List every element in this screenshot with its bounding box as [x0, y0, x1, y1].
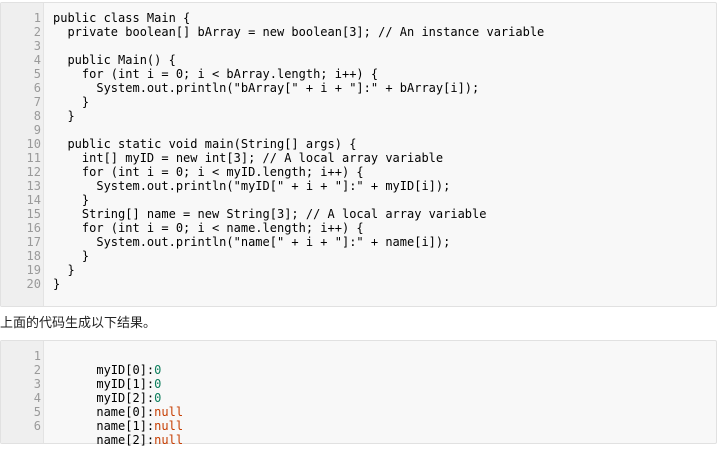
code-line: for (int i = 0; i < name.length; i++) { — [53, 221, 364, 235]
code-line: public static void main(String[] args) { — [53, 137, 357, 151]
line-number: 10 — [26, 137, 41, 151]
code-line: } — [53, 249, 90, 263]
line-number: 19 — [26, 263, 41, 277]
line-number: 8 — [33, 109, 41, 123]
line-number: 14 — [26, 193, 41, 207]
line-number: 7 — [33, 95, 41, 109]
line-number: 6 — [33, 81, 41, 95]
line-number: 18 — [26, 249, 41, 263]
line-number: 17 — [26, 235, 41, 249]
code-line: for (int i = 0; i < myID.length; i++) { — [53, 165, 364, 179]
line-number: 2 — [33, 25, 41, 39]
code-line: } — [53, 193, 90, 207]
code-line: String[] name = new String[3]; // A loca… — [53, 207, 487, 221]
code-line: System.out.println("bArray[" + i + "]:" … — [53, 81, 480, 95]
code-line: private boolean[] bArray = new boolean[3… — [53, 25, 545, 39]
line-number: 3 — [33, 377, 41, 391]
line-number: 6 — [33, 419, 41, 433]
output-label: name[2]: — [96, 433, 155, 447]
code-line: for (int i = 0; i < bArray.length; i++) … — [53, 67, 379, 81]
line-number: 16 — [26, 221, 41, 235]
code-line: System.out.println("name[" + i + "]:" + … — [53, 235, 451, 249]
line-number: 15 — [26, 207, 41, 221]
output-value: null — [154, 433, 184, 447]
line-number: 3 — [33, 39, 41, 53]
code-line: } — [53, 95, 90, 109]
code-line: } — [53, 109, 75, 123]
line-number: 2 — [33, 363, 41, 377]
line-number: 4 — [33, 391, 41, 405]
line-number: 11 — [26, 151, 41, 165]
line-number: 20 — [26, 277, 41, 291]
line-number: 9 — [33, 123, 41, 137]
line-number: 4 — [33, 53, 41, 67]
code-line: public class Main { — [53, 11, 191, 25]
line-number: 5 — [33, 67, 41, 81]
result-caption: 上面的代码生成以下结果。 — [0, 316, 157, 331]
line-number: 1 — [33, 11, 41, 25]
code-block: 1 2 3 4 5 6 7 8 9 10 11 12 13 14 15 16 1… — [0, 2, 717, 307]
line-number: 13 — [26, 179, 41, 193]
line-number: 1 — [33, 349, 41, 363]
code-line: public Main() { — [53, 53, 176, 67]
output-block: 1 2 3 4 5 6 myID[0]:0 myID[1]:0 myID[2]:… — [0, 340, 717, 447]
code-line: System.out.println("myID[" + i + "]:" + … — [53, 179, 451, 193]
code-line: int[] myID = new int[3]; // A local arra… — [53, 151, 444, 165]
code-line: } — [53, 263, 75, 277]
line-number: 12 — [26, 165, 41, 179]
code-line: } — [53, 277, 61, 291]
line-number: 5 — [33, 405, 41, 419]
output-line: name[2]:null — [53, 419, 183, 461]
